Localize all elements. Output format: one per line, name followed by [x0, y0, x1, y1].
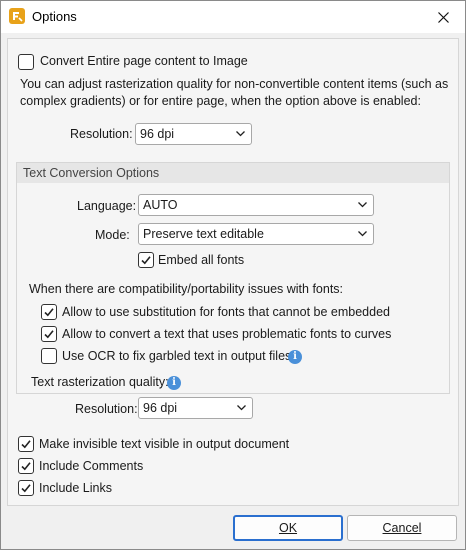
text-resolution-value: 96 dpi	[143, 401, 178, 415]
cancel-button[interactable]: Cancel	[347, 515, 457, 541]
language-select[interactable]: AUTO	[138, 194, 374, 216]
convert-page-checkbox[interactable]	[18, 54, 34, 70]
rasterization-description: You can adjust rasterization quality for…	[20, 77, 449, 108]
title-bar[interactable]: Options	[1, 1, 465, 33]
embed-fonts-label: Embed all fonts	[158, 253, 245, 267]
invisible-text-checkbox[interactable]	[18, 436, 34, 452]
chevron-down-icon	[237, 405, 246, 411]
chevron-down-icon	[236, 131, 245, 137]
include-links-checkbox[interactable]	[18, 480, 34, 496]
text-conversion-header: Text Conversion Options	[17, 163, 449, 183]
language-value: AUTO	[143, 198, 178, 212]
options-panel: Convert Entire page content to Image You…	[7, 38, 459, 506]
ok-button-label: OK	[278, 521, 298, 535]
checkmark-icon	[141, 256, 151, 265]
checkmark-icon	[44, 308, 54, 317]
text-conversion-group: Text Conversion Options Language: AUTO M…	[16, 162, 450, 394]
ocr-checkbox[interactable]	[41, 348, 57, 364]
embed-fonts-checkbox[interactable]	[138, 252, 154, 268]
checkmark-icon	[21, 462, 31, 471]
include-links-label: Include Links	[39, 481, 112, 495]
options-dialog: Options Convert Entire page content to I…	[0, 0, 466, 550]
text-resolution-label: Resolution:	[75, 402, 138, 416]
mode-label: Mode:	[95, 228, 130, 242]
invisible-text-label: Make invisible text visible in output do…	[39, 437, 290, 451]
close-button[interactable]	[421, 1, 465, 33]
page-resolution-select[interactable]: 96 dpi	[135, 123, 252, 145]
raster-quality-label: Text rasterization quality:	[31, 375, 169, 389]
page-resolution-value: 96 dpi	[140, 127, 175, 141]
ok-button[interactable]: OK	[233, 515, 343, 541]
ocr-info-icon[interactable]: i	[288, 350, 302, 364]
app-logo-icon	[9, 8, 25, 24]
checkmark-icon	[44, 330, 54, 339]
chevron-down-icon	[358, 231, 367, 237]
text-conversion-title: Text Conversion Options	[23, 166, 160, 180]
checkmark-icon	[21, 484, 31, 493]
mode-value: Preserve text editable	[143, 227, 264, 241]
language-label: Language:	[77, 199, 137, 213]
substitution-checkbox[interactable]	[41, 304, 57, 320]
ocr-label: Use OCR to fix garbled text in output fi…	[62, 349, 295, 363]
include-comments-label: Include Comments	[39, 459, 144, 473]
curves-label: Allow to convert a text that uses proble…	[62, 327, 392, 341]
raster-quality-info-icon[interactable]: i	[167, 376, 181, 390]
checkmark-icon	[21, 440, 31, 449]
convert-page-label: Convert Entire page content to Image	[40, 54, 248, 68]
window-title: Options	[32, 9, 77, 24]
chevron-down-icon	[358, 202, 367, 208]
mode-select[interactable]: Preserve text editable	[138, 223, 374, 245]
font-issues-label: When there are compatibility/portability…	[29, 282, 344, 296]
page-resolution-label: Resolution:	[70, 127, 133, 141]
text-resolution-select[interactable]: 96 dpi	[138, 397, 253, 419]
close-icon	[437, 11, 449, 23]
substitution-label: Allow to use substitution for fonts that…	[62, 305, 390, 319]
cancel-button-label: Cancel	[382, 521, 422, 535]
include-comments-checkbox[interactable]	[18, 458, 34, 474]
curves-checkbox[interactable]	[41, 326, 57, 342]
